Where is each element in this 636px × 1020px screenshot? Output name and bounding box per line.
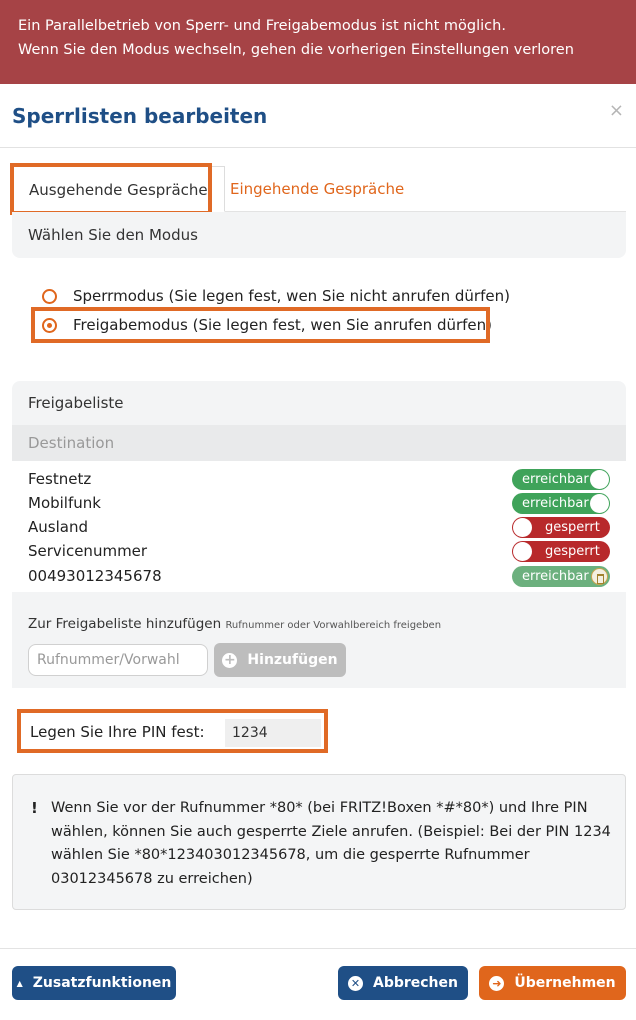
toggle-label: gesperrt (545, 544, 600, 559)
warning-banner: Ein Parallelbetrieb von Sperr- und Freig… (0, 0, 636, 84)
toggle-knob (590, 494, 609, 513)
status-toggle[interactable]: erreichbar (512, 566, 610, 587)
plus-icon: + (222, 651, 238, 668)
toggle-label: gesperrt (545, 520, 600, 535)
destination-column-header: Destination (12, 425, 626, 461)
banner-line-1: Ein Parallelbetrieb von Sperr- und Freig… (18, 18, 506, 34)
number-input[interactable] (28, 644, 208, 676)
pin-section: Legen Sie Ihre PIN fest: (17, 709, 328, 753)
list-item: Servicenummer gesperrt (28, 539, 610, 563)
list-item: Ausland gesperrt (28, 515, 610, 539)
destination-name: 00493012345678 (28, 567, 162, 585)
close-circle-icon: ✕ (347, 975, 363, 991)
pin-label: Legen Sie Ihre PIN fest: (30, 723, 205, 741)
destination-name: Mobilfunk (28, 494, 101, 512)
list-item: Mobilfunk erreichbar (28, 491, 610, 515)
extra-functions-button[interactable]: ▲ Zusatzfunktionen (12, 966, 176, 1000)
radio-label-block-mode: Sperrmodus (Sie legen fest, wen Sie nich… (73, 287, 510, 305)
footer-divider (0, 948, 636, 949)
add-title: Zur Freigabeliste hinzufügen Rufnummer o… (28, 616, 441, 632)
toggle-knob (513, 518, 532, 537)
apply-label: Übernehmen (514, 975, 616, 991)
pin-input[interactable] (225, 719, 321, 747)
info-box: ! Wenn Sie vor der Rufnummer *80* (bei F… (12, 774, 626, 910)
exclamation-icon: ! (31, 799, 38, 817)
add-button[interactable]: + Hinzufügen (214, 643, 346, 677)
mode-heading: Wählen Sie den Modus (12, 212, 626, 258)
close-icon[interactable]: × (609, 100, 624, 121)
apply-button[interactable]: ➜ Übernehmen (479, 966, 626, 1000)
info-text: Wenn Sie vor der Rufnummer *80* (bei FRI… (51, 800, 611, 887)
list-item: 00493012345678 erreichbar (28, 564, 610, 588)
trash-icon[interactable] (591, 568, 608, 585)
tab-incoming-calls[interactable]: Eingehende Gespräche (214, 166, 420, 212)
toggle-label: erreichbar (522, 472, 589, 487)
list-item: Festnetz erreichbar (28, 467, 610, 491)
toggle-label: erreichbar (522, 496, 589, 511)
radio-allow-mode[interactable]: Freigabemodus (Sie legen fest, wen Sie a… (42, 312, 492, 338)
destination-name: Ausland (28, 518, 88, 536)
add-title-text: Zur Freigabeliste hinzufügen (28, 616, 222, 632)
modal-title: Sperrlisten bearbeiten (12, 104, 268, 128)
status-toggle[interactable]: erreichbar (512, 469, 610, 490)
radio-block-mode[interactable]: Sperrmodus (Sie legen fest, wen Sie nich… (42, 283, 510, 309)
extra-functions-label: Zusatzfunktionen (32, 975, 172, 991)
tab-bar: Ausgehende Gespräche Eingehende Gespräch… (12, 166, 626, 212)
cancel-label: Abbrechen (372, 975, 458, 991)
status-toggle[interactable]: gesperrt (512, 541, 610, 562)
add-to-list-panel: Zur Freigabeliste hinzufügen Rufnummer o… (12, 592, 626, 688)
modal-header: Sperrlisten bearbeiten × (0, 84, 636, 148)
banner-line-2: Wenn Sie den Modus wechseln, gehen die v… (18, 42, 574, 58)
status-toggle[interactable]: gesperrt (512, 517, 610, 538)
radio-button-unchecked[interactable] (42, 288, 57, 304)
destination-name: Festnetz (28, 470, 92, 488)
destination-name: Servicenummer (28, 542, 148, 560)
radio-label-allow-mode: Freigabemodus (Sie legen fest, wen Sie a… (73, 316, 493, 334)
add-button-label: Hinzufügen (247, 652, 338, 668)
toggle-knob (513, 542, 532, 561)
cancel-button[interactable]: ✕ Abbrechen (338, 966, 468, 1000)
add-hint: Rufnummer oder Vorwahlbereich freigeben (225, 620, 442, 631)
status-toggle[interactable]: erreichbar (512, 493, 610, 514)
chevron-up-icon: ▲ (16, 978, 23, 988)
radio-button-checked[interactable] (42, 317, 57, 333)
allow-list-heading: Freigabeliste (12, 381, 626, 425)
toggle-label: erreichbar (522, 569, 589, 584)
toggle-knob (590, 470, 609, 489)
arrow-right-circle-icon: ➜ (489, 975, 505, 991)
tab-outgoing-calls[interactable]: Ausgehende Gespräche (12, 166, 225, 212)
